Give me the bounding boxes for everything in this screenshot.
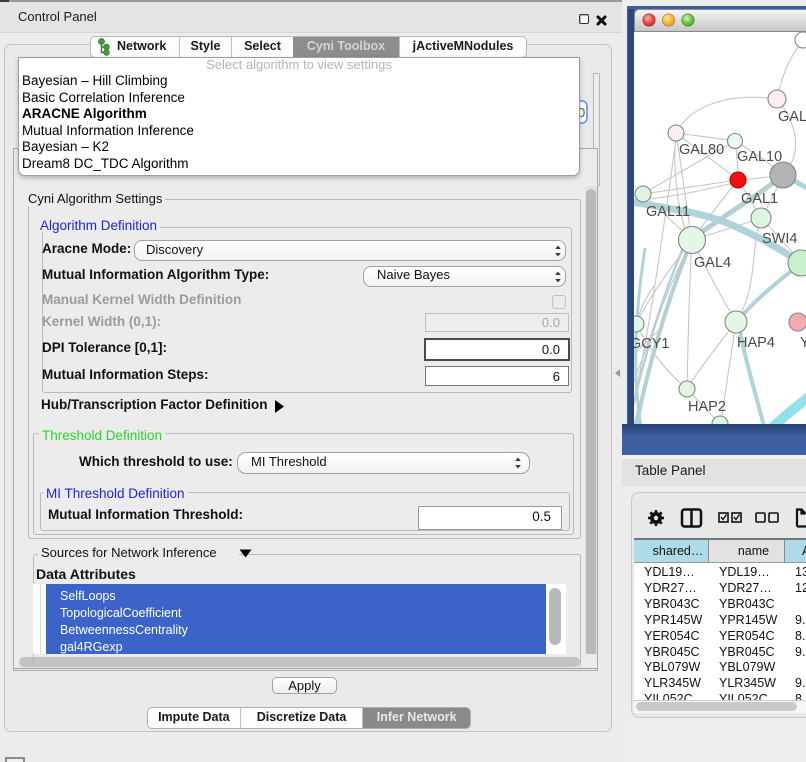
svg-text:GAL11: GAL11 [646, 204, 690, 220]
svg-text:SWI4: SWI4 [762, 231, 797, 247]
svg-text:GAL10: GAL10 [737, 149, 782, 165]
svg-text:YD: YD [800, 335, 806, 351]
svg-text:HAP2: HAP2 [688, 399, 726, 415]
svg-text:GAL7: GAL7 [778, 109, 806, 125]
svg-text:GAL80: GAL80 [679, 142, 724, 158]
svg-text:HAP4: HAP4 [737, 335, 775, 351]
svg-text:GAL4: GAL4 [694, 255, 731, 271]
svg-text:GCY1: GCY1 [634, 336, 670, 352]
svg-text:GAL1: GAL1 [741, 191, 778, 207]
